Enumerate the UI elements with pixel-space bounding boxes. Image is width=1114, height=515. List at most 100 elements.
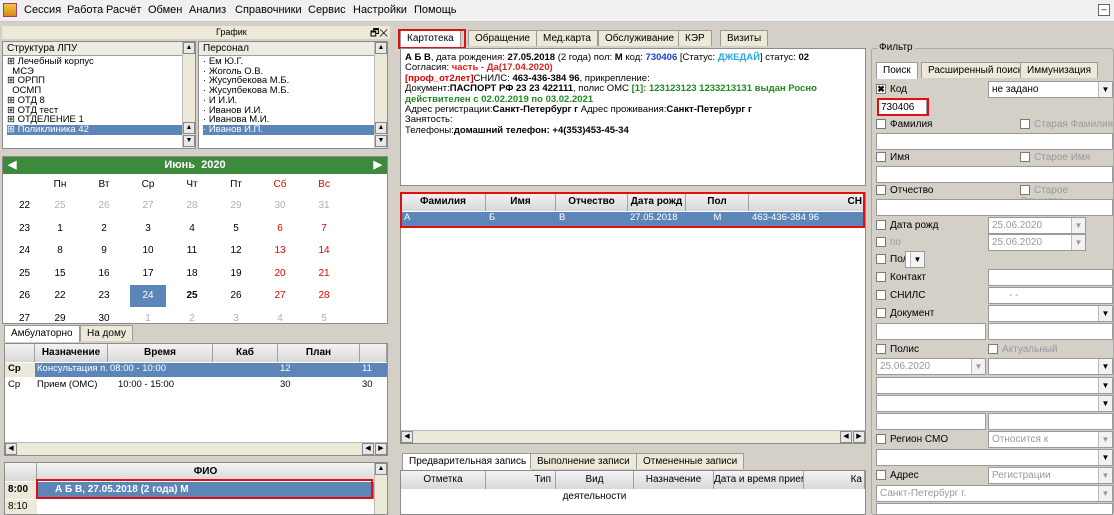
calendar-day[interactable]: 22 (42, 285, 78, 307)
personnel-scrollbar[interactable]: ▲ ▲ ▼ (374, 42, 387, 148)
calendar-day[interactable]: 10 (130, 240, 166, 262)
chevron-down-icon[interactable]: ▼ (1098, 306, 1112, 321)
calendar-day[interactable]: 29 (218, 195, 254, 217)
menu-analysis[interactable]: Анализ (189, 4, 226, 16)
tab-ambulatory[interactable]: Амбулаторно (4, 325, 80, 342)
chevron-down-icon[interactable]: ▼ (1098, 432, 1112, 447)
polis-region-select[interactable]: ▼ (876, 395, 1113, 412)
checkbox-checked-icon[interactable]: ✖ (876, 84, 886, 95)
scroll-left-icon[interactable]: ◀ (840, 431, 852, 443)
calendar-day[interactable]: 23 (86, 285, 122, 307)
calendar-day[interactable]: 3 (130, 218, 166, 240)
dob-from-picker[interactable]: 25.06.2020 ▼ (988, 217, 1086, 234)
scroll-up-icon[interactable]: ▲ (183, 122, 195, 134)
polis-checkbox[interactable]: Полис (876, 344, 919, 355)
document-checkbox[interactable]: Документ (876, 308, 934, 319)
col-fio[interactable]: ФИО (37, 463, 375, 481)
tab-search[interactable]: Поиск (876, 62, 918, 79)
chevron-down-icon[interactable]: ▼ (1098, 396, 1112, 411)
dob-checkbox[interactable]: Дата рожд (876, 220, 938, 231)
calendar-day[interactable]: 30 (262, 195, 298, 217)
surname-checkbox[interactable]: Фамилия (876, 119, 932, 130)
polis-type-select[interactable]: ▼ (988, 358, 1113, 375)
name-input[interactable] (876, 166, 1113, 183)
scroll-right-icon[interactable]: ▶ (853, 431, 865, 443)
calendar-day[interactable]: 4 (174, 218, 210, 240)
calendar-day[interactable]: 1 (42, 218, 78, 240)
scroll-down-icon[interactable]: ▼ (183, 135, 195, 147)
calendar-day[interactable]: 21 (306, 263, 342, 285)
menu-directories[interactable]: Справочники (235, 4, 302, 16)
calendar-day[interactable]: 7 (306, 218, 342, 240)
calendar-day[interactable]: 9 (86, 240, 122, 262)
tab-cancelled[interactable]: Отмененные записи (636, 453, 745, 469)
chevron-down-icon[interactable]: ▼ (1098, 486, 1112, 501)
tab-ker[interactable]: КЭР (678, 30, 712, 46)
chevron-down-icon[interactable]: ▼ (1098, 468, 1112, 483)
col-activity[interactable]: Вид деятельности (556, 471, 634, 502)
polis-org-select[interactable]: ▼ (876, 377, 1113, 394)
calendar-day[interactable]: 6 (262, 218, 298, 240)
table-row[interactable]: А Б В 27.05.2018 М 463-436-384 96 (401, 212, 865, 226)
region-value-select[interactable]: ▼ (876, 449, 1113, 466)
scroll-up-icon[interactable]: ▲ (375, 122, 387, 134)
calendar-day[interactable]: 16 (86, 263, 122, 285)
calendar-day[interactable]: 19 (218, 263, 254, 285)
calendar-day[interactable]: 27 (262, 285, 298, 307)
code-checkbox[interactable]: ✖ Код (876, 84, 907, 95)
tab-extended-search[interactable]: Расширенный поиск (921, 62, 1030, 78)
patronymic-checkbox[interactable]: Отчество (876, 185, 933, 196)
col-cab[interactable]: Каб (213, 344, 278, 362)
col-ka[interactable]: Ка (804, 471, 865, 489)
appointments-hscroll[interactable]: ◀ ◀ ▶ (5, 442, 387, 455)
col-datetime[interactable]: Дата и время приема (714, 471, 804, 489)
tab-immunization[interactable]: Иммунизация (1020, 62, 1099, 78)
calendar-day[interactable]: 8 (42, 240, 78, 262)
menu-work[interactable]: Работа (67, 4, 103, 16)
document-select[interactable]: ▼ (988, 305, 1113, 322)
col-sex[interactable]: Пол (686, 193, 749, 211)
menu-session[interactable]: Сессия (24, 4, 61, 16)
table-row[interactable]: Ср Прием (ОМС) 10:00 - 15:00 30 30 (5, 379, 387, 393)
name-checkbox[interactable]: Имя (876, 152, 909, 163)
calendar-day[interactable]: 28 (174, 195, 210, 217)
calendar-day[interactable]: 20 (262, 263, 298, 285)
calendar-day[interactable]: 25 (174, 285, 210, 307)
col-assignment[interactable]: Назначение (634, 471, 714, 489)
col-type[interactable]: Тип (486, 471, 556, 489)
code-mode-select[interactable]: не задано ▼ (988, 81, 1113, 98)
scroll-right-icon[interactable]: ▶ (375, 443, 387, 455)
slot-row[interactable]: 8:00 А Б В, 27.05.2018 (2 года) М (5, 482, 375, 499)
dob-to-checkbox[interactable]: по (876, 237, 901, 248)
calendar-day[interactable]: 26 (86, 195, 122, 217)
table-row[interactable]: Ср Консультация п... 08:00 - 10:00 12 11 (5, 363, 387, 377)
polis-date-picker[interactable]: 25.06.2020 ▼ (876, 358, 986, 375)
calendar-day[interactable]: 24 (130, 285, 166, 307)
list-item-selected[interactable]: · Иванов И.П. (203, 125, 383, 135)
structure-scrollbar[interactable]: ▲ ▲ ▼ (182, 42, 195, 148)
tab-appeal[interactable]: Обращение (468, 30, 537, 46)
calendar-day[interactable]: 15 (42, 263, 78, 285)
calendar-day[interactable]: 27 (130, 195, 166, 217)
tab-service[interactable]: Обслуживание (598, 30, 682, 46)
chevron-down-icon[interactable]: ▼ (1098, 359, 1112, 374)
chevron-down-icon[interactable]: ▼ (1098, 82, 1112, 97)
scroll-up-icon[interactable]: ▲ (375, 42, 387, 54)
col-dob[interactable]: Дата рожд (628, 193, 686, 211)
patronymic-input[interactable] (876, 199, 1113, 216)
dob-to-picker[interactable]: 25.06.2020 ▼ (988, 234, 1086, 251)
col-name[interactable]: Имя (486, 193, 556, 211)
snils-checkbox[interactable]: СНИЛС (876, 290, 925, 301)
doc-series-input[interactable] (876, 323, 986, 340)
city-select[interactable]: Санкт-Петербург г. ▼ (876, 485, 1113, 502)
menu-exchange[interactable]: Обмен (148, 4, 182, 16)
contact-checkbox[interactable]: Контакт (876, 272, 926, 283)
tab-card-file[interactable]: Картотека (400, 30, 461, 47)
col-purpose[interactable]: Назначение (35, 344, 108, 362)
scroll-down-icon[interactable]: ▼ (375, 135, 387, 147)
chevron-down-icon[interactable]: ▼ (910, 252, 924, 267)
menu-settings[interactable]: Настройки (353, 4, 407, 16)
calendar-day[interactable]: 12 (218, 240, 254, 262)
chevron-down-icon[interactable]: ▼ (1071, 218, 1085, 233)
minimize-icon[interactable]: – (1098, 4, 1110, 16)
